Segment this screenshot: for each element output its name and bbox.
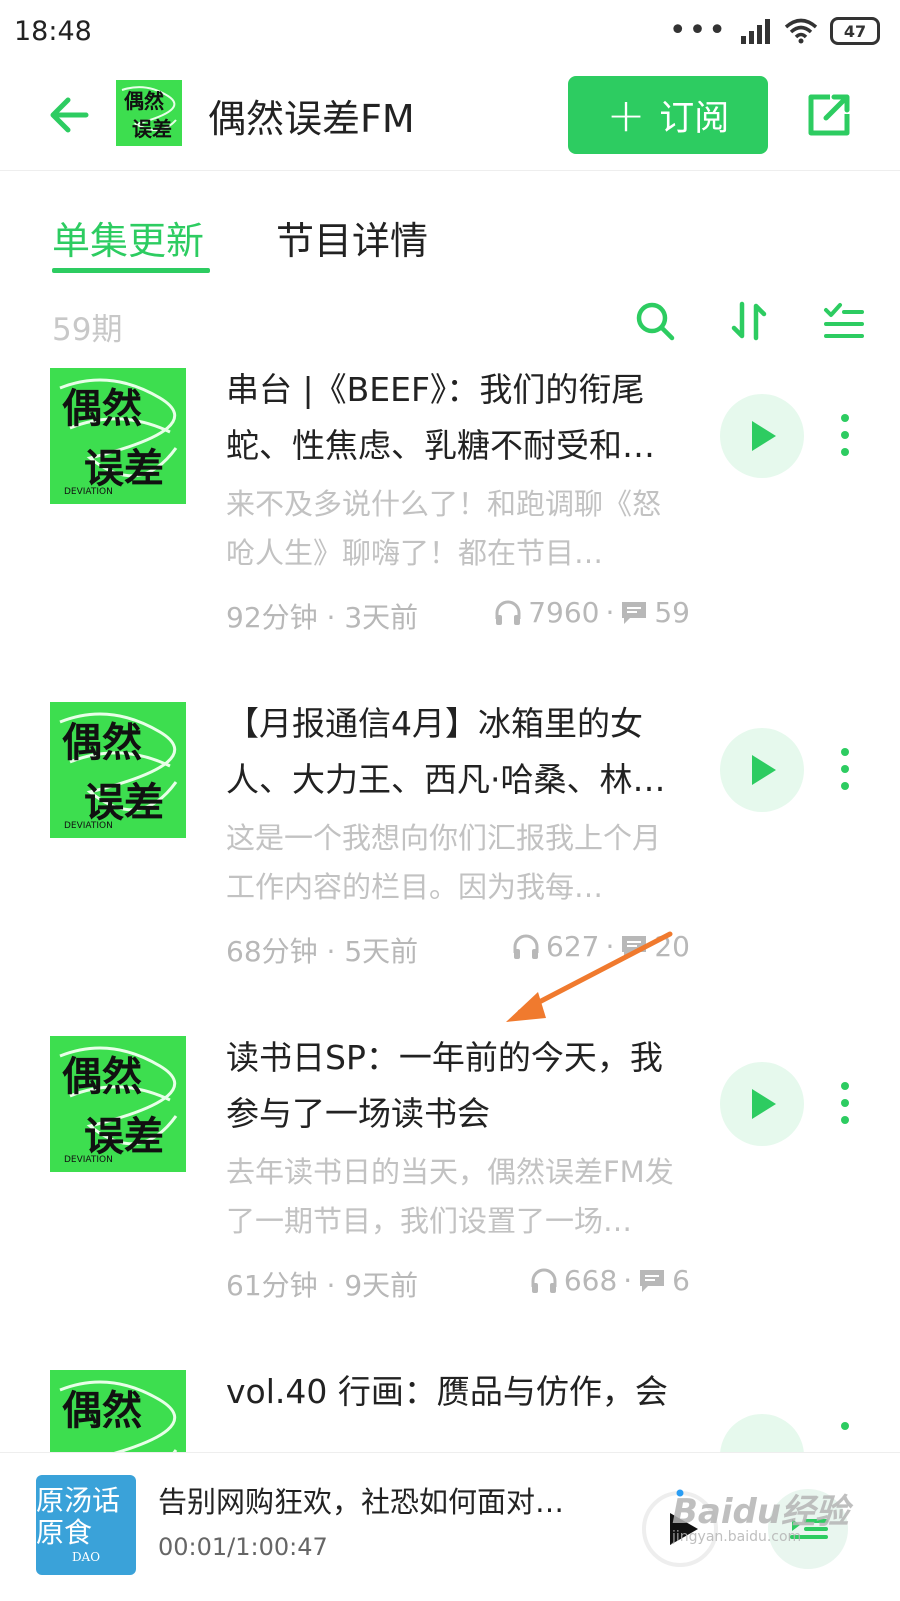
episode-duration-age: 92分钟 · 3天前 — [226, 601, 419, 634]
play-button[interactable] — [720, 728, 804, 812]
play-icon — [752, 421, 776, 451]
subscribe-label: 订阅 — [659, 98, 730, 139]
more-options-icon[interactable] — [838, 412, 852, 458]
episode-title[interactable]: 串台 |《BEEF》：我们的衔尾蛇、性焦虑、乳糖不耐受和… — [226, 362, 686, 474]
top-bar: 偶然 误差 偶然误差FM + 订阅 — [0, 62, 900, 171]
podcast-cover-icon: 偶然 误差 — [116, 80, 182, 146]
comment-count: 6 — [672, 1264, 690, 1297]
episode-stats: 7960 · 59 — [494, 596, 690, 629]
separator-dot: · — [605, 930, 615, 963]
player-cover: 原汤话原食 DAO — [36, 1475, 136, 1575]
svg-text:DEVIATION: DEVIATION — [64, 487, 113, 497]
episode-description: 去年读书日的当天，偶然误差FM发了一期节目，我们设置了一场… — [226, 1155, 674, 1238]
filter-list-icon[interactable] — [822, 300, 866, 342]
episode-stats: 627 · 20 — [512, 930, 690, 963]
svg-text:误差: 误差 — [132, 117, 172, 141]
comment-count: 59 — [654, 596, 690, 629]
active-tab-indicator — [52, 268, 210, 273]
podcast-title: 偶然误差FM — [208, 97, 415, 141]
headphones-icon — [513, 934, 539, 959]
episode-cover: 偶然 误差 DEVIATION — [50, 702, 186, 838]
comment-icon — [622, 601, 647, 624]
svg-text:误差: 误差 — [84, 1114, 164, 1160]
player-title[interactable]: 告别网购狂欢，社恐如何面对… — [158, 1479, 598, 1521]
episode-item[interactable]: 偶然 误差 DEVIATION 读书日SP：一年前的今天，我参与了一场读书会 去… — [0, 1036, 900, 1366]
episode-title[interactable]: 读书日SP：一年前的今天，我参与了一场读书会 — [226, 1030, 686, 1142]
more-options-icon[interactable] — [838, 1420, 852, 1452]
signal-icon — [741, 19, 770, 44]
svg-text:误差: 误差 — [84, 780, 164, 826]
subscribe-button[interactable]: + 订阅 — [568, 76, 768, 154]
search-icon[interactable] — [634, 300, 676, 342]
status-time: 18:48 — [14, 15, 92, 47]
battery-indicator: 47 — [830, 17, 880, 45]
episode-stats: 668 · 6 — [530, 1264, 690, 1297]
play-count: 627 — [546, 930, 600, 963]
play-button[interactable] — [720, 394, 804, 478]
more-options-icon[interactable] — [838, 1080, 852, 1126]
comment-icon — [622, 935, 647, 958]
svg-text:误差: 误差 — [84, 446, 164, 492]
play-count: 668 — [563, 1264, 618, 1297]
play-icon — [752, 1089, 776, 1119]
comment-count: 20 — [654, 930, 690, 963]
episode-item[interactable]: 偶然 误差 DEVIATION 【月报通信4月】冰箱里的女人、大力王、西凡·哈桑… — [0, 702, 900, 1032]
tab-bar: 单集更新 节目详情 — [0, 196, 900, 276]
episode-title[interactable]: 【月报通信4月】冰箱里的女人、大力王、西凡·哈桑、林… — [226, 696, 686, 808]
episode-title[interactable]: vol.40 行画：赝品与仿作，会 — [226, 1370, 686, 1420]
more-signal-icon: ••• — [668, 13, 728, 48]
svg-text:偶然: 偶然 — [62, 386, 142, 432]
tab-episodes[interactable]: 单集更新 — [52, 210, 204, 265]
episode-item[interactable]: 偶然 vol.40 行画：赝品与仿作，会 — [0, 1370, 900, 1452]
episode-count: 59期 — [52, 312, 123, 348]
plus-icon: + — [606, 88, 646, 142]
episode-item[interactable]: 偶然 误差 DEVIATION 串台 |《BEEF》：我们的衔尾蛇、性焦虑、乳糖… — [0, 368, 900, 698]
separator-dot: · — [605, 596, 615, 629]
watermark: Baidu经验 jingyan.baidu.com — [672, 1484, 849, 1545]
play-icon — [752, 755, 776, 785]
watermark-brand: Baidu经验 — [672, 1492, 850, 1532]
play-count: 7960 — [528, 596, 600, 629]
status-icons: ••• 47 — [669, 16, 880, 46]
svg-text:偶然: 偶然 — [62, 720, 142, 766]
svg-text:偶然: 偶然 — [62, 1054, 142, 1100]
play-button[interactable] — [720, 1414, 804, 1452]
tab-details[interactable]: 节目详情 — [276, 210, 428, 265]
play-button[interactable] — [720, 1062, 804, 1146]
episode-duration-age: 68分钟 · 5天前 — [226, 935, 419, 968]
svg-text:偶然: 偶然 — [124, 89, 164, 113]
share-icon[interactable] — [804, 90, 854, 140]
episode-cover: 偶然 — [50, 1370, 186, 1452]
headphones-icon — [531, 1268, 557, 1293]
status-bar: 18:48 ••• 47 — [0, 0, 900, 62]
wifi-icon — [784, 18, 818, 44]
svg-text:DEVIATION: DEVIATION — [64, 821, 113, 831]
separator-dot: · — [623, 1264, 633, 1297]
episode-description: 这是一个我想向你们汇报我上个月工作内容的栏目。因为我每… — [226, 821, 662, 904]
comment-icon — [640, 1269, 665, 1292]
more-options-icon[interactable] — [838, 746, 852, 792]
episode-cover: 偶然 误差 DEVIATION — [50, 368, 186, 504]
sort-icon[interactable] — [728, 300, 770, 342]
player-cover-sub: DAO — [71, 1550, 101, 1564]
player-time: 00:01/1:00:47 — [158, 1533, 328, 1561]
svg-text:DEVIATION: DEVIATION — [64, 1155, 113, 1165]
headphones-icon — [495, 600, 521, 625]
player-cover-text: 原汤话原食 — [36, 1484, 121, 1549]
episode-duration-age: 61分钟 · 9天前 — [226, 1269, 419, 1302]
back-arrow-icon[interactable] — [46, 92, 92, 138]
episode-description: 来不及多说什么了！和跑调聊《怒呛人生》聊嗨了！都在节目… — [226, 487, 662, 570]
svg-text:偶然: 偶然 — [62, 1388, 142, 1434]
episode-cover: 偶然 误差 DEVIATION — [50, 1036, 186, 1172]
